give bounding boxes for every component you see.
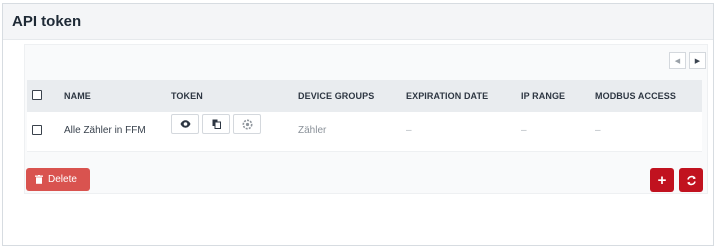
delete-button-label: Delete [48,174,77,185]
pagination: ◀ ▶ [669,52,706,69]
settings-icon [242,119,252,129]
column-header-expiration-date[interactable]: EXPIRATION DATE [406,91,521,101]
pager-next-button[interactable]: ▶ [689,52,706,69]
delete-button[interactable]: Delete [26,168,90,191]
show-token-button[interactable] [171,114,199,134]
row-select-cell [27,112,64,138]
column-header-ip-range[interactable]: IP RANGE [521,91,595,101]
row-checkbox[interactable] [32,125,42,135]
table-row: Alle Zähler in FFM Zähler – – – [27,112,702,152]
column-header-name[interactable]: NAME [64,91,171,101]
pager-prev-button[interactable]: ◀ [669,52,686,69]
page-header: API token [3,4,713,40]
refresh-button[interactable] [679,168,703,192]
column-header-device-groups[interactable]: DEVICE GROUPS [298,91,406,101]
page-title: API token [12,13,82,30]
plus-icon: + [657,171,667,189]
add-token-button[interactable]: + [650,168,674,192]
select-all-cell [27,90,64,102]
token-settings-button[interactable] [233,114,261,134]
copy-token-button[interactable] [202,114,230,134]
ip-range-value: – [521,125,527,136]
eye-icon [180,120,190,128]
api-token-table: NAME TOKEN DEVICE GROUPS EXPIRATION DATE… [27,80,702,152]
copy-icon [212,119,221,129]
expiration-date-value: – [406,125,412,136]
chevron-right-icon: ▶ [694,57,701,65]
chevron-left-icon: ◀ [674,57,681,65]
token-actions [171,112,298,134]
column-header-token[interactable]: TOKEN [171,91,298,101]
trash-icon [35,175,43,184]
select-all-checkbox[interactable] [32,90,42,100]
column-header-modbus-access[interactable]: MODBUS ACCESS [595,91,695,101]
table-header: NAME TOKEN DEVICE GROUPS EXPIRATION DATE… [27,80,702,112]
token-name: Alle Zähler in FFM [64,125,146,136]
device-groups-value: Zähler [298,125,327,136]
modbus-access-value: – [595,125,601,136]
refresh-icon [686,175,696,185]
